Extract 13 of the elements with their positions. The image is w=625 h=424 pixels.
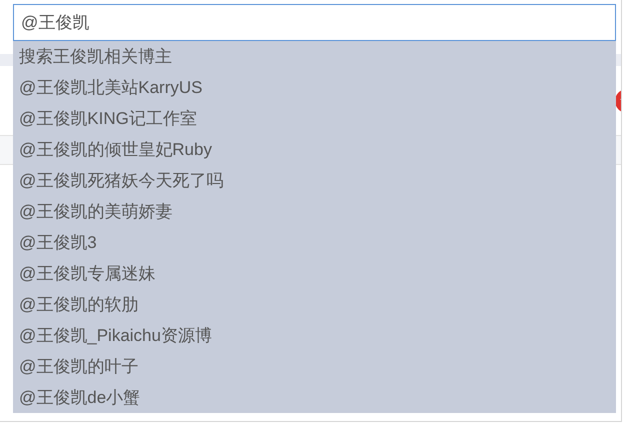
suggestion-item[interactable]: @王俊凯的倾世皇妃Ruby xyxy=(13,134,616,165)
suggestion-item[interactable]: 搜索王俊凯相关博主 xyxy=(13,41,616,72)
suggestion-item[interactable]: @王俊凯的叶子 xyxy=(13,351,616,382)
suggestion-item[interactable]: @王俊凯_Pikaichu资源博 xyxy=(13,320,616,351)
suggestion-item[interactable]: @王俊凯3 xyxy=(13,227,616,258)
suggestion-item[interactable]: @王俊凯北美站KarryUS xyxy=(13,72,616,103)
suggestion-item[interactable]: @王俊凯死猪妖今天死了吗 xyxy=(13,165,616,196)
suggestion-item[interactable]: @王俊凯de小蟹 xyxy=(13,382,616,413)
suggestion-item[interactable]: @王俊凯专属迷妹 xyxy=(13,258,616,289)
suggestion-item[interactable]: @王俊凯的软肋 xyxy=(13,289,616,320)
suggestion-item[interactable]: @王俊凯的美萌娇妻 xyxy=(13,196,616,227)
search-field[interactable]: @王俊凯 xyxy=(13,4,616,41)
suggestion-item[interactable]: @王俊凯KING记工作室 xyxy=(13,103,616,134)
